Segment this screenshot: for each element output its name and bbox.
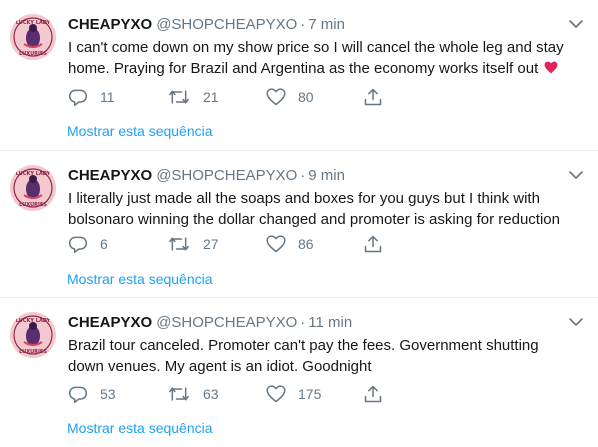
reply-count: 6	[100, 236, 108, 252]
like-count: 80	[298, 89, 314, 105]
user-handle[interactable]: @SHOPCHEAPYXO	[156, 314, 297, 331]
avatar[interactable]: LUCKY LADY LUXURIES	[10, 165, 56, 211]
retweet-icon	[169, 237, 189, 251]
separator-dot: ·	[300, 16, 306, 33]
like-button[interactable]: 80	[266, 86, 314, 108]
svg-text:LUXURIES: LUXURIES	[19, 51, 47, 57]
like-count: 86	[298, 236, 314, 252]
retweet-count: 21	[203, 89, 219, 105]
tweet-header: CHEAPYXO @SHOPCHEAPYXO · 11 min	[68, 313, 352, 333]
tweet[interactable]: LUCKY LADY LUXURIES CHEAPYXO @SHOPCHEAPYX…	[0, 0, 598, 151]
share-icon	[364, 385, 382, 403]
heart-emoji-icon	[545, 61, 558, 73]
retweet-button[interactable]: 63	[167, 383, 219, 405]
separator-dot: ·	[300, 314, 306, 331]
reply-icon	[68, 236, 88, 254]
tweet-actions: 53 63 175	[68, 383, 398, 405]
share-button[interactable]	[363, 233, 383, 255]
chevron-down-icon[interactable]	[568, 169, 584, 181]
show-thread-link[interactable]: Mostrar esta sequência	[67, 420, 213, 436]
show-thread-link[interactable]: Mostrar esta sequência	[67, 271, 213, 287]
tweet-header: CHEAPYXO @SHOPCHEAPYXO · 7 min	[68, 15, 345, 35]
display-name[interactable]: CHEAPYXO	[68, 314, 152, 331]
reply-icon	[68, 386, 88, 404]
lucky-lady-logo-icon: LUCKY LADY LUXURIES	[10, 14, 56, 60]
svg-text:LUXURIES: LUXURIES	[19, 349, 47, 355]
reply-button[interactable]: 11	[68, 86, 115, 108]
display-name[interactable]: CHEAPYXO	[68, 16, 152, 33]
user-handle[interactable]: @SHOPCHEAPYXO	[156, 167, 297, 184]
tweet-text: I literally just made all the soaps and …	[68, 190, 560, 228]
retweet-count: 27	[203, 236, 219, 252]
avatar[interactable]: LUCKY LADY LUXURIES	[10, 14, 56, 60]
reply-icon	[68, 89, 88, 107]
chevron-down-icon[interactable]	[568, 316, 584, 328]
share-button[interactable]	[363, 383, 383, 405]
retweet-count: 63	[203, 386, 219, 402]
tweet-actions: 6 27 86	[68, 233, 398, 255]
like-button[interactable]: 175	[266, 383, 321, 405]
heart-icon	[266, 88, 286, 106]
like-count: 175	[298, 386, 322, 402]
tweet-header: CHEAPYXO @SHOPCHEAPYXO · 9 min	[68, 166, 345, 186]
reply-button[interactable]: 6	[68, 233, 108, 255]
retweet-icon	[169, 90, 189, 104]
retweet-button[interactable]: 27	[167, 233, 219, 255]
retweet-icon	[169, 387, 189, 401]
timestamp[interactable]: 9 min	[308, 167, 345, 184]
tweet-text-body: I can't come down on my show price so I …	[68, 39, 564, 77]
lucky-lady-logo-icon: LUCKY LADY LUXURIES	[10, 165, 56, 211]
svg-text:LUCKY LADY: LUCKY LADY	[16, 318, 51, 324]
lucky-lady-logo-icon: LUCKY LADY LUXURIES	[10, 312, 56, 358]
reply-count: 53	[100, 386, 116, 402]
tweet[interactable]: LUCKY LADY LUXURIES CHEAPYXO @SHOPCHEAPYX…	[0, 298, 598, 447]
retweet-button[interactable]: 21	[167, 86, 219, 108]
separator-dot: ·	[300, 167, 306, 184]
heart-icon	[266, 385, 286, 403]
chevron-down-icon[interactable]	[568, 18, 584, 30]
tweet-text: I can't come down on my show price so I …	[68, 38, 578, 79]
heart-icon	[266, 235, 286, 253]
svg-text:LUXURIES: LUXURIES	[19, 202, 47, 208]
user-handle[interactable]: @SHOPCHEAPYXO	[156, 16, 297, 33]
avatar[interactable]: LUCKY LADY LUXURIES	[10, 312, 56, 358]
tweet-feed: LUCKY LADY LUXURIES CHEAPYXO @SHOPCHEAPYX…	[0, 0, 598, 447]
timestamp[interactable]: 11 min	[308, 314, 352, 331]
tweet[interactable]: LUCKY LADY LUXURIES CHEAPYXO @SHOPCHEAPYX…	[0, 151, 598, 298]
tweet-actions: 11 21 80	[68, 86, 398, 108]
svg-text:LUCKY LADY: LUCKY LADY	[16, 20, 51, 26]
like-button[interactable]: 86	[266, 233, 314, 255]
tweet-text: Brazil tour canceled. Promoter can't pay…	[68, 337, 539, 375]
timestamp[interactable]: 7 min	[308, 16, 345, 33]
show-thread-link[interactable]: Mostrar esta sequência	[67, 123, 213, 139]
share-icon	[364, 88, 382, 106]
share-icon	[364, 235, 382, 253]
reply-count: 11	[100, 89, 115, 105]
share-button[interactable]	[363, 86, 383, 108]
display-name[interactable]: CHEAPYXO	[68, 167, 152, 184]
svg-text:LUCKY LADY: LUCKY LADY	[16, 171, 51, 177]
reply-button[interactable]: 53	[68, 383, 116, 405]
